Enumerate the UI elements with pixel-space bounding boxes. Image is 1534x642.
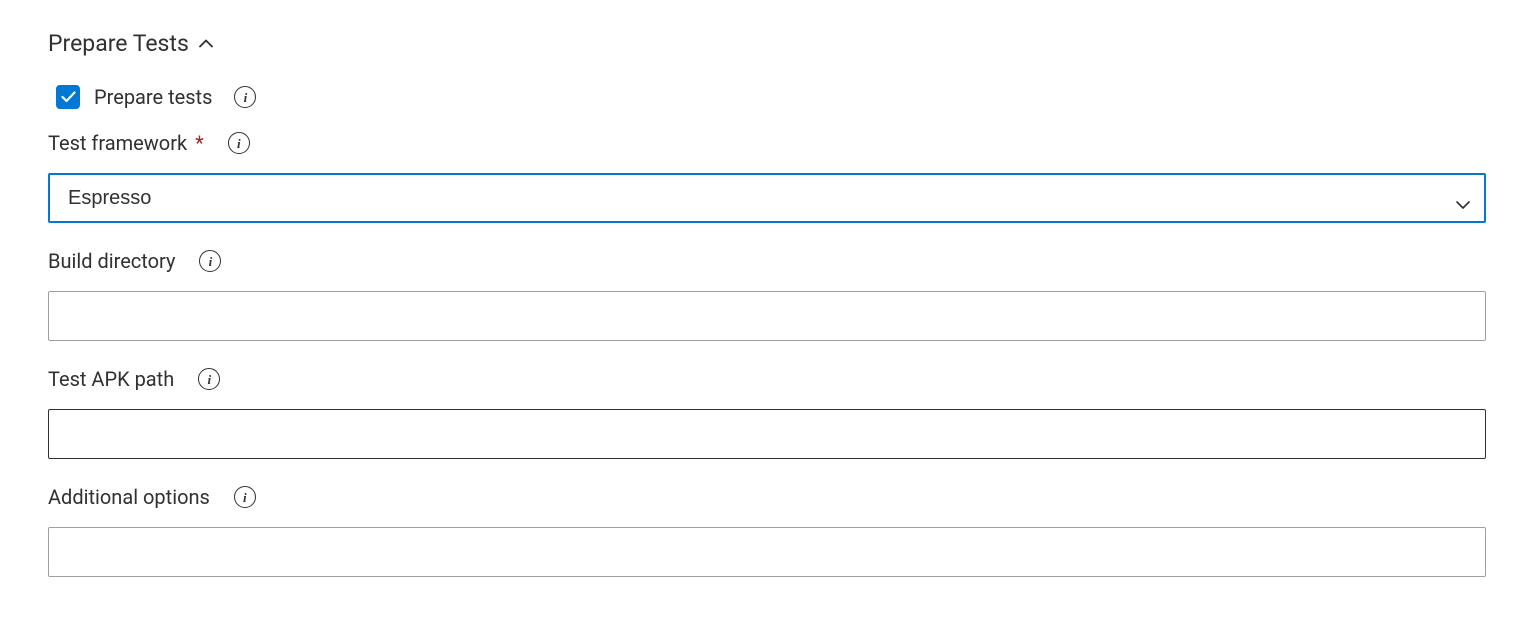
test-framework-select[interactable]: Espresso — [48, 173, 1486, 223]
field-label-row: Test framework * — [48, 131, 1486, 155]
field-label-row: Additional options — [48, 485, 1486, 509]
test-framework-group: Test framework * Espresso — [48, 131, 1486, 223]
prepare-tests-checkbox[interactable] — [56, 85, 80, 109]
build-directory-group: Build directory — [48, 249, 1486, 341]
info-icon[interactable] — [228, 132, 250, 154]
info-icon[interactable] — [234, 86, 256, 108]
test-apk-path-label: Test APK path — [48, 367, 174, 391]
prepare-tests-label: Prepare tests — [94, 85, 212, 109]
field-label-row: Build directory — [48, 249, 1486, 273]
info-icon[interactable] — [234, 486, 256, 508]
section-title: Prepare Tests — [48, 30, 189, 57]
test-apk-path-group: Test APK path — [48, 367, 1486, 459]
build-directory-input[interactable] — [48, 291, 1486, 341]
build-directory-label: Build directory — [48, 249, 175, 273]
prepare-tests-row: Prepare tests — [48, 85, 1486, 109]
test-apk-path-input[interactable] — [48, 409, 1486, 459]
field-label-row: Test APK path — [48, 367, 1486, 391]
info-icon[interactable] — [198, 368, 220, 390]
additional-options-input[interactable] — [48, 527, 1486, 577]
additional-options-label: Additional options — [48, 485, 210, 509]
chevron-up-icon — [199, 37, 213, 51]
section-header[interactable]: Prepare Tests — [48, 30, 1486, 57]
test-framework-label: Test framework — [48, 131, 187, 155]
required-indicator: * — [195, 131, 204, 155]
test-framework-select-wrapper: Espresso — [48, 173, 1486, 223]
additional-options-group: Additional options — [48, 485, 1486, 577]
info-icon[interactable] — [199, 250, 221, 272]
